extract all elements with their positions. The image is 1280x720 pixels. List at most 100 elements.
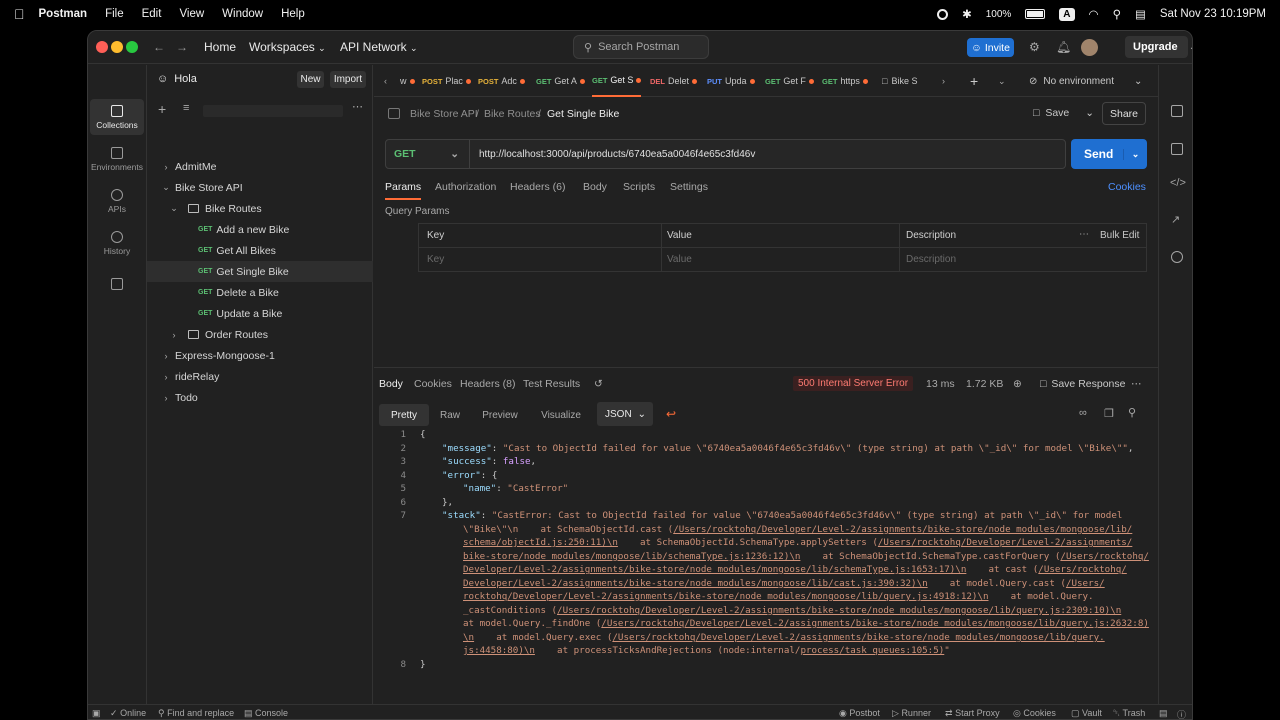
wifi-icon[interactable]: ◠	[1089, 7, 1099, 21]
method-selector[interactable]: GET ⌄	[386, 140, 470, 168]
stack-link[interactable]: \n	[463, 632, 474, 643]
response-tab-cookies[interactable]: Cookies	[414, 378, 452, 390]
request-tab[interactable]: GET https	[822, 65, 868, 97]
vault-button[interactable]: ▢ Vault	[1071, 708, 1102, 719]
tabs-scroll-left-icon[interactable]: ‹	[384, 65, 387, 97]
response-tab-headers[interactable]: Headers (8)	[460, 378, 515, 390]
home-link[interactable]: Home	[204, 40, 236, 54]
battery-icon[interactable]	[1025, 9, 1046, 19]
response-tab-body[interactable]: Body	[379, 378, 403, 390]
language-select[interactable]: JSON ⌄	[597, 402, 653, 426]
start-proxy-button[interactable]: ⇄ Start Proxy	[945, 708, 1000, 719]
copy-icon[interactable]: ❐	[1104, 407, 1114, 420]
runner-button[interactable]: ▷ Runner	[892, 708, 931, 719]
workspaces-menu[interactable]: Workspaces ⌄	[249, 40, 326, 54]
tab-headers[interactable]: Headers (6)	[510, 181, 565, 193]
rail-apis[interactable]: APIs	[90, 183, 144, 219]
help-icon[interactable]: ⓘ	[1177, 708, 1186, 719]
tree-folder-bike-routes[interactable]: ⌄ Bike Routes	[147, 198, 373, 219]
tab-params[interactable]: Params	[385, 181, 422, 200]
stack-link[interactable]: rocktohq/Developer/Level-2/assignments/b…	[463, 591, 988, 602]
import-button[interactable]: Import	[330, 71, 366, 88]
info-icon[interactable]	[1171, 251, 1183, 263]
toggle-sidebar-icon[interactable]: ▣	[92, 708, 101, 719]
request-tab[interactable]: w	[400, 65, 415, 97]
network-globe-icon[interactable]: ⊕	[1013, 378, 1022, 390]
request-tab[interactable]: POST Adc	[478, 65, 525, 97]
tree-item-bike-store-api[interactable]: ⌄ Bike Store API	[147, 177, 373, 198]
workspace-switcher[interactable]: API Network ⌄	[340, 40, 418, 54]
stack-link[interactable]: Developer/Level-2/assignments/bike-store…	[463, 564, 966, 575]
chevron-down-icon[interactable]: ⌄	[1123, 148, 1147, 160]
search-icon[interactable]: ⚲	[1128, 406, 1136, 419]
global-search[interactable]: ⚲ Search Postman	[573, 35, 709, 59]
close-window-button[interactable]	[96, 41, 108, 53]
record-icon[interactable]	[937, 8, 949, 20]
breadcrumb-collection[interactable]: Bike Store API	[410, 108, 478, 120]
pane-divider[interactable]	[374, 367, 1158, 368]
tree-request-get-single-bike[interactable]: GET Get Single Bike	[147, 261, 373, 282]
request-tab[interactable]: □ Bike S	[882, 65, 917, 97]
value-input[interactable]: Value	[667, 254, 692, 265]
tree-request-get-all-bikes[interactable]: GET Get All Bikes	[147, 240, 373, 261]
control-center-icon[interactable]: ▤	[1135, 7, 1146, 21]
tab-body[interactable]: Body	[583, 181, 607, 193]
status-badge[interactable]: 500 Internal Server Error	[793, 376, 914, 391]
tabs-scroll-right-icon[interactable]: ›	[942, 65, 945, 97]
rail-configure[interactable]	[90, 271, 144, 297]
stack-link[interactable]: bike-store/node_modules/mongoose/lib/sch…	[463, 551, 800, 562]
stack-link[interactable]: /Users/	[1066, 578, 1105, 589]
stack-link[interactable]: /Users/rocktohq/Developer/Level-2/assign…	[601, 618, 1149, 629]
comments-icon[interactable]	[1171, 143, 1183, 155]
new-tab-plus-icon[interactable]: +	[970, 65, 978, 97]
save-button[interactable]: □ Save ⌄	[1033, 101, 1094, 125]
format-raw[interactable]: Raw	[433, 404, 467, 426]
more-options-icon[interactable]: ⋯	[1079, 229, 1089, 240]
response-size[interactable]: 1.72 KB	[966, 378, 1003, 390]
avatar[interactable]	[1081, 39, 1098, 56]
format-preview[interactable]: Preview	[477, 404, 523, 426]
back-arrow-icon[interactable]: ←	[153, 40, 165, 54]
send-button[interactable]: Send ⌄	[1071, 139, 1147, 169]
rail-environments[interactable]: Environments	[90, 141, 144, 177]
filter-icon[interactable]: ≡	[183, 102, 189, 114]
stack-link[interactable]: schema/objectId.js:250:11)\n	[463, 537, 618, 548]
request-tab[interactable]: GET Get A	[536, 65, 585, 97]
tree-item-express-mongoose[interactable]: › Express-Mongoose-1	[147, 345, 373, 366]
wrap-lines-icon[interactable]: ↩	[666, 407, 676, 421]
url-input[interactable]: http://localhost:3000/api/products/6740e…	[470, 149, 755, 160]
code-icon[interactable]: </>	[1170, 177, 1186, 189]
link-icon[interactable]: ∞	[1079, 407, 1087, 419]
cookies-button[interactable]: ◎ Cookies	[1013, 708, 1056, 719]
stack-link[interactable]: /Users/rocktohq/Developer/Level-2/assign…	[878, 537, 1132, 548]
key-input[interactable]: Key	[427, 254, 444, 265]
apple-icon[interactable]: 	[14, 6, 25, 22]
spotlight-icon[interactable]: ⚲	[1113, 7, 1121, 21]
stack-link[interactable]: /Users/rocktohq/	[1060, 551, 1149, 562]
bulk-edit-link[interactable]: Bulk Edit	[1100, 230, 1139, 241]
new-button[interactable]: New	[297, 71, 324, 88]
menu-window[interactable]: Window	[222, 8, 263, 20]
request-tab[interactable]: GET Get F	[765, 65, 814, 97]
online-status[interactable]: ✓ Online	[110, 708, 146, 719]
tree-item-admitme[interactable]: › AdmitMe	[147, 156, 373, 177]
console-button[interactable]: ▤ Console	[244, 708, 288, 719]
tabs-menu-chevron-icon[interactable]: ⌄	[998, 65, 1006, 97]
stack-link[interactable]: js:4458:80)\n	[463, 645, 535, 656]
related-collections-icon[interactable]: ↗	[1171, 213, 1180, 226]
more-options-icon[interactable]: ⋯	[352, 100, 363, 113]
menu-file[interactable]: File	[105, 8, 124, 20]
request-tab[interactable]: POST Plac	[422, 65, 471, 97]
tab-scripts[interactable]: Scripts	[623, 181, 655, 193]
menu-app-name[interactable]: Postman	[39, 8, 88, 20]
menu-edit[interactable]: Edit	[142, 8, 162, 20]
minimize-window-button[interactable]	[111, 41, 123, 53]
tree-item-riderelay[interactable]: › rideRelay	[147, 366, 373, 387]
settings-gear-icon[interactable]: ⚙	[1029, 40, 1040, 54]
notifications-bell-icon[interactable]: 🔔︎	[1056, 40, 1071, 54]
stack-link[interactable]: /Users/rocktohq/Developer/Level-2/assign…	[612, 632, 1104, 643]
response-time[interactable]: 13 ms	[926, 378, 955, 390]
bluetooth-icon[interactable]: ✱	[962, 7, 972, 21]
breadcrumb-folder[interactable]: Bike Routes	[484, 108, 541, 120]
description-input[interactable]: Description	[906, 254, 956, 265]
